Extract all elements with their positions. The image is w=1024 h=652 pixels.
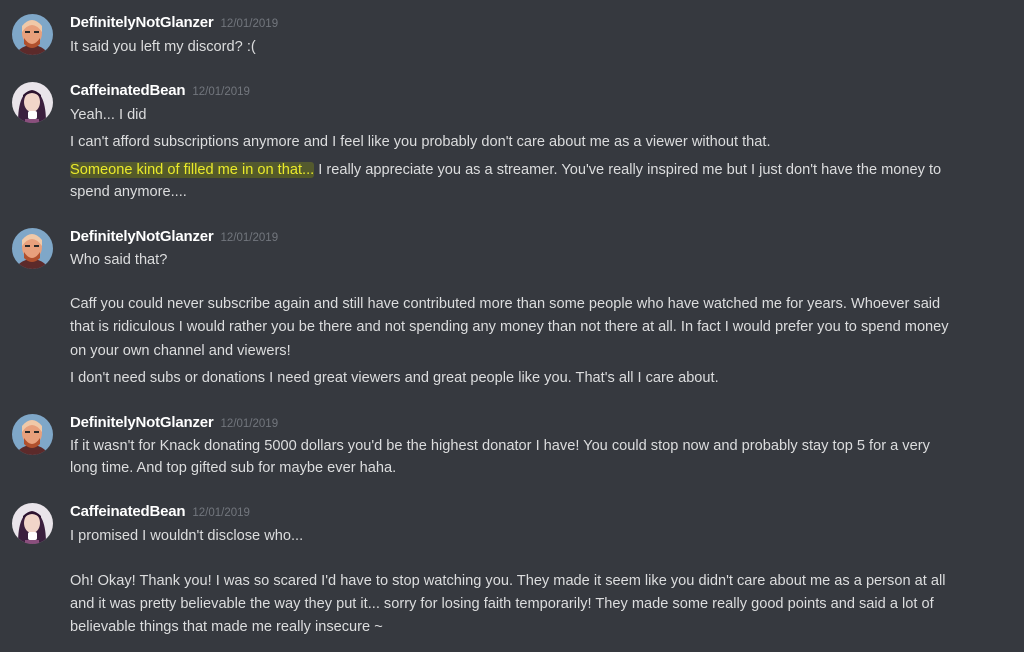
avatar-caffeinatedbean[interactable]: [12, 503, 53, 544]
timestamp: 12/01/2019: [192, 507, 250, 519]
username[interactable]: DefinitelyNotGlanzer: [70, 14, 214, 31]
avatar-caffeinatedbean[interactable]: [12, 82, 53, 123]
message-text: spend anymore....: [70, 184, 187, 200]
timestamp: 12/01/2019: [220, 232, 279, 244]
glanzer-avatar-icon: [12, 228, 53, 269]
glanzer-avatar-icon: [12, 14, 53, 55]
message-header: CaffeinatedBean 12/01/2019: [70, 503, 250, 523]
username[interactable]: DefinitelyNotGlanzer: [70, 414, 214, 431]
timestamp: 12/01/2019: [220, 18, 279, 30]
message-header: DefinitelyNotGlanzer 12/01/2019: [70, 228, 278, 248]
glanzer-avatar-icon: [12, 414, 53, 455]
message-text: Oh! Okay! Thank you! I was so scared I'd…: [70, 573, 946, 589]
message-header: CaffeinatedBean 12/01/2019: [70, 82, 250, 102]
username[interactable]: CaffeinatedBean: [70, 503, 186, 520]
message-header: DefinitelyNotGlanzer 12/01/2019: [70, 414, 278, 434]
message-text: It said you left my discord? :(: [70, 39, 256, 55]
message-text: Caff you could never subscribe again and…: [70, 296, 941, 312]
message-text: and it was pretty believable the way the…: [70, 596, 934, 612]
message-text-highlighted: Someone kind of filled me in on that... …: [70, 159, 1014, 181]
message-header: DefinitelyNotGlanzer 12/01/2019: [70, 14, 278, 34]
timestamp: 12/01/2019: [192, 86, 250, 98]
message-text: I don't need subs or donations I need gr…: [70, 370, 719, 386]
message-text: Yeah... I did: [70, 107, 147, 123]
username[interactable]: CaffeinatedBean: [70, 82, 186, 99]
caffeinatedbean-avatar-icon: [12, 82, 53, 123]
username[interactable]: DefinitelyNotGlanzer: [70, 228, 214, 245]
message-text: on your own channel and viewers!: [70, 343, 291, 359]
chat-messages: DefinitelyNotGlanzer 12/01/2019 It said y…: [0, 0, 1024, 652]
highlighted-text: Someone kind of filled me in on that...: [70, 162, 315, 178]
message-text: I can't afford subscriptions anymore and…: [70, 134, 771, 150]
message-text: that is ridiculous I would rather you be…: [70, 319, 949, 335]
avatar-definitelynotglanzer[interactable]: [12, 414, 53, 455]
avatar-definitelynotglanzer[interactable]: [12, 14, 53, 55]
message-text: long time. And top gifted sub for maybe …: [70, 460, 397, 476]
message-text-rest: I really appreciate you as a streamer. Y…: [314, 162, 942, 178]
avatar-definitelynotglanzer[interactable]: [12, 228, 53, 269]
message-text: believable things that made me really in…: [70, 619, 383, 635]
message-text: Who said that?: [70, 252, 168, 268]
timestamp: 12/01/2019: [220, 418, 279, 430]
message-text: If it wasn't for Knack donating 5000 dol…: [70, 438, 930, 454]
message-text: I promised I wouldn't disclose who...: [70, 528, 304, 544]
caffeinatedbean-avatar-icon: [12, 503, 53, 544]
